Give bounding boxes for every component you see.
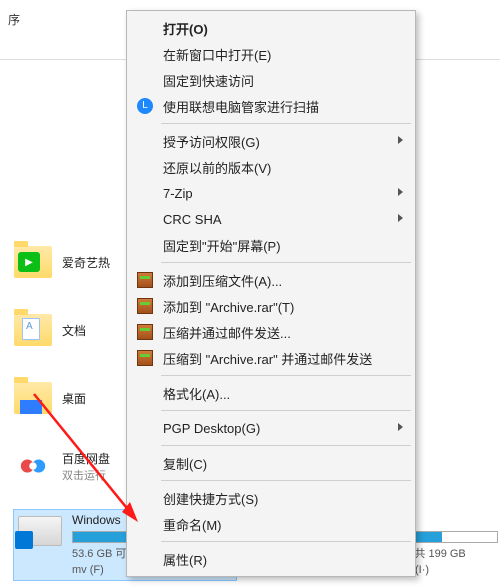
item-sublabel: 双击运行 (62, 467, 110, 483)
folder-desktop[interactable]: 桌面 (14, 376, 144, 420)
menu-grant-access[interactable]: 授予访问权限(G) (129, 128, 413, 154)
folder-icon (14, 382, 52, 414)
menu-separator (161, 123, 411, 124)
folder-label: 文档 (62, 322, 86, 339)
folder-icon: ▶ (14, 246, 52, 278)
baidu-icon (14, 447, 52, 485)
menu-separator (161, 375, 411, 376)
winrar-icon (137, 350, 153, 366)
menu-restore-previous[interactable]: 还原以前的版本(V) (129, 154, 413, 180)
menu-lenovo-scan[interactable]: L 使用联想电脑管家进行扫描 (129, 93, 413, 119)
menu-open-new-window[interactable]: 在新窗口中打开(E) (129, 41, 413, 67)
menu-crc-sha[interactable]: CRC SHA (129, 206, 413, 232)
menu-properties[interactable]: 属性(R) (129, 546, 413, 572)
chevron-right-icon (398, 188, 403, 196)
winrar-icon (137, 324, 153, 340)
menu-compress-email[interactable]: 压缩并通过邮件发送... (129, 319, 413, 345)
context-menu: 打开(O) 在新窗口中打开(E) 固定到快速访问 L 使用联想电脑管家进行扫描 … (126, 10, 416, 577)
folder-label: 桌面 (62, 390, 86, 407)
app-baidu-netdisk[interactable]: 百度网盘 双击运行 (14, 444, 144, 488)
folder-documents[interactable]: 文档 (14, 308, 144, 352)
toolbar-text: 序 (8, 13, 20, 27)
menu-format[interactable]: 格式化(A)... (129, 380, 413, 406)
menu-add-to-archive[interactable]: 添加到压缩文件(A)... (129, 267, 413, 293)
menu-pin-quick-access[interactable]: 固定到快速访问 (129, 67, 413, 93)
folder-icon (14, 314, 52, 346)
menu-copy[interactable]: 复制(C) (129, 450, 413, 476)
selection-icon (20, 400, 42, 414)
item-label: 百度网盘 (62, 450, 110, 467)
folder-area: ▶ 爱奇艺热 文档 桌面 百度网盘 双击运行 (14, 240, 144, 512)
menu-pgp-desktop[interactable]: PGP Desktop(G) (129, 415, 413, 441)
winrar-icon (137, 272, 153, 288)
folder-label: 爱奇艺热 (62, 254, 110, 271)
chevron-right-icon (398, 423, 403, 431)
menu-separator (161, 410, 411, 411)
document-icon (22, 318, 40, 340)
winrar-icon (137, 298, 153, 314)
iqiyi-icon: ▶ (18, 252, 40, 272)
menu-pin-start[interactable]: 固定到"开始"屏幕(P) (129, 232, 413, 258)
menu-rename[interactable]: 重命名(M) (129, 511, 413, 537)
menu-7zip[interactable]: 7-Zip (129, 180, 413, 206)
menu-open[interactable]: 打开(O) (129, 15, 413, 41)
drive-icon (18, 516, 62, 546)
menu-compress-email-rar[interactable]: 压缩到 "Archive.rar" 并通过邮件发送 (129, 345, 413, 371)
chevron-right-icon (398, 214, 403, 222)
menu-separator (161, 262, 411, 263)
menu-separator (161, 445, 411, 446)
chevron-right-icon (398, 136, 403, 144)
menu-separator (161, 480, 411, 481)
folder-iqiyi[interactable]: ▶ 爱奇艺热 (14, 240, 144, 284)
menu-separator (161, 541, 411, 542)
menu-add-to-archive-rar[interactable]: 添加到 "Archive.rar"(T) (129, 293, 413, 319)
lenovo-icon: L (137, 98, 153, 114)
menu-create-shortcut[interactable]: 创建快捷方式(S) (129, 485, 413, 511)
